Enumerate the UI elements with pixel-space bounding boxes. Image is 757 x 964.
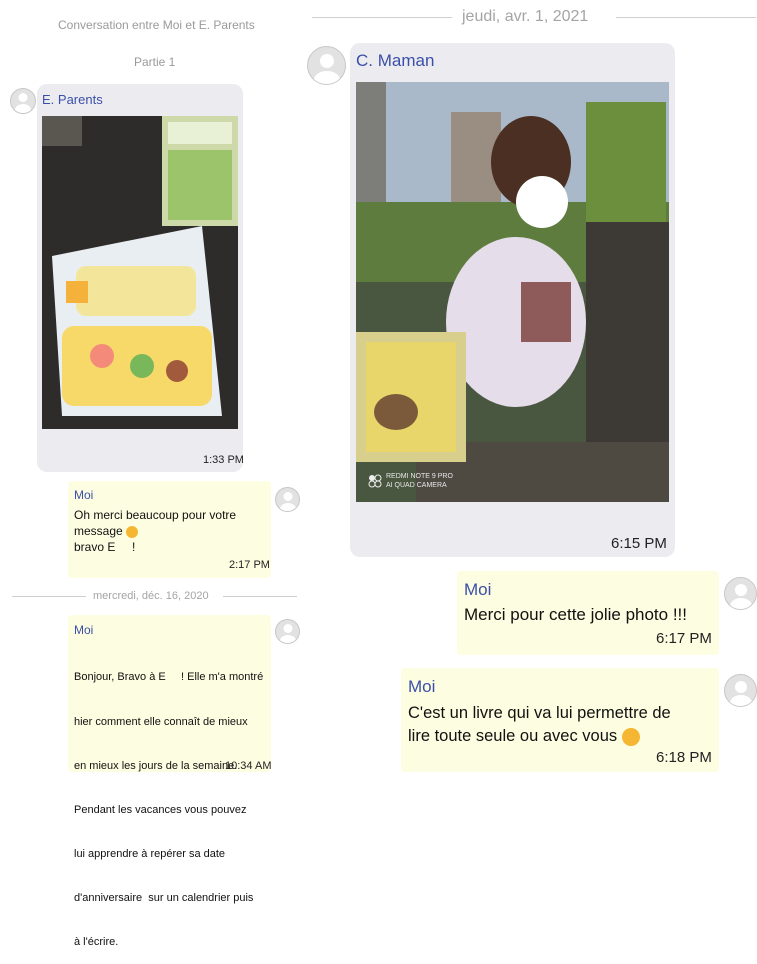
avatar[interactable] <box>307 46 346 85</box>
user-silhouette-body <box>729 695 752 706</box>
message-time: 6:17 PM <box>656 630 712 647</box>
user-silhouette-icon <box>319 54 334 68</box>
user-silhouette-body <box>729 598 752 609</box>
user-silhouette-body <box>15 104 31 113</box>
avatar[interactable] <box>10 88 36 114</box>
avatar[interactable] <box>275 619 300 644</box>
camera-lens-icon <box>368 474 382 488</box>
message-sender: Moi <box>74 488 94 502</box>
user-silhouette-icon <box>283 624 292 633</box>
date-divider-line <box>616 17 756 18</box>
user-silhouette-body <box>313 71 340 84</box>
message-time: 2:17 PM <box>229 559 270 571</box>
message-time: 6:15 PM <box>611 535 667 552</box>
message-sender: E. Parents <box>42 92 103 107</box>
message-text: C'est un livre qui va lui permettre de l… <box>408 704 671 746</box>
smile-emoji-icon <box>126 525 139 538</box>
avatar[interactable] <box>724 674 757 707</box>
date-divider-line <box>223 596 297 597</box>
child-reading-photo-icon <box>356 82 669 502</box>
date-divider-line <box>312 17 452 18</box>
avatar[interactable] <box>275 487 300 512</box>
user-silhouette-icon <box>18 93 28 102</box>
date-divider: jeudi, avr. 1, 2021 <box>462 8 589 25</box>
date-divider: mercredi, déc. 16, 2020 <box>93 590 209 602</box>
message-sender: Moi <box>464 580 492 599</box>
message-text: Merci pour cette jolie photo !!! <box>464 605 688 624</box>
laughing-emoji-icon <box>621 727 640 746</box>
puzzle-board-photo-icon <box>42 116 238 429</box>
conversation-title: Conversation entre Moi et E. Parents <box>58 18 255 32</box>
avatar[interactable] <box>724 577 757 610</box>
part-label: Partie 1 <box>134 55 176 69</box>
user-silhouette-icon <box>734 584 747 596</box>
message-photo[interactable]: REDMI NOTE 9 PRO AI QUAD CAMERA <box>356 82 669 502</box>
date-divider-line <box>12 596 86 597</box>
message-time: 1:33 PM <box>203 454 244 466</box>
message-time: 10:34 AM <box>225 760 272 772</box>
user-silhouette-icon <box>283 492 292 501</box>
user-silhouette-body <box>279 503 296 511</box>
message-text: Bonjour, Bravo à E ! Elle m'a montré hie… <box>74 671 264 949</box>
camera-watermark: REDMI NOTE 9 PRO AI QUAD CAMERA <box>368 472 453 490</box>
message-sender: Moi <box>408 677 436 696</box>
message-photo[interactable] <box>42 116 238 429</box>
message-text: Oh merci beaucoup pour votre message bra… <box>74 508 237 554</box>
message-sender: Moi <box>74 623 94 637</box>
user-silhouette-body <box>279 635 296 643</box>
message-sender: C. Maman <box>356 51 435 70</box>
user-silhouette-icon <box>734 681 747 693</box>
message-time: 6:18 PM <box>656 749 712 766</box>
